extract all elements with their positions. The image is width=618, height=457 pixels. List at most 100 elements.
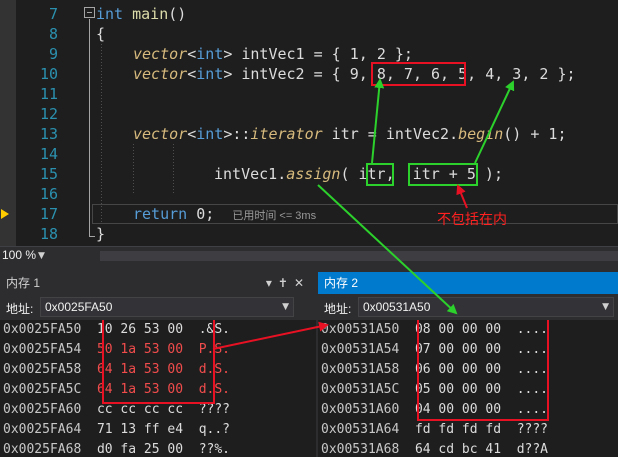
memory-address: 0x00531A50 <box>321 322 400 337</box>
memory-row[interactable]: 0x00531A64 fd fd fd fd ???? <box>321 420 548 440</box>
memory1-address-input[interactable]: 0x0025FA50 ▼ <box>40 297 294 317</box>
code-text: < <box>187 125 197 143</box>
memory-bytes: fd fd fd fd <box>414 422 502 437</box>
line-number: 16 <box>39 185 58 203</box>
code-line-18[interactable]: } <box>96 224 105 244</box>
memory-address: 0x0025FA50 <box>3 322 82 337</box>
type-name: vector <box>133 65 188 83</box>
elapsed-time-hint[interactable]: 已用时间 <= 3ms <box>232 210 316 222</box>
type-name: vector <box>133 125 188 143</box>
code-text: < <box>187 45 197 63</box>
memory-ascii: ???? <box>516 422 548 437</box>
indent-guide <box>101 44 102 224</box>
variable-name: intVec1. <box>214 165 287 183</box>
method-name: assign <box>286 165 341 183</box>
line-number: 15 <box>39 165 58 183</box>
line-number: 11 <box>39 85 58 103</box>
collapse-icon[interactable] <box>84 7 95 18</box>
memory-address: 0x0025FA64 <box>3 422 82 437</box>
code-text: itr = intVec2. <box>322 125 459 143</box>
keyword: int <box>196 125 224 143</box>
memory-ascii: q..? <box>198 422 230 437</box>
code-text: 0; <box>187 205 215 223</box>
code-line-9[interactable]: vector<int> intVec1 = { 1, 2 }; <box>133 44 413 64</box>
variable-name: intVec2 <box>241 65 305 83</box>
current-statement-arrow-icon <box>1 209 9 219</box>
zoom-level[interactable]: 100 % <box>2 248 36 262</box>
code-text: () <box>168 5 187 23</box>
line-number: 12 <box>39 105 58 123</box>
annotation-note: 不包括在内 <box>437 212 507 228</box>
code-line-7[interactable]: int main() <box>96 4 186 24</box>
memory-ascii: d??A <box>516 442 548 457</box>
memory1-title-bar[interactable]: 内存 1 ▾✝✕ <box>0 272 316 294</box>
highlight-box-range <box>371 62 466 86</box>
fold-guide <box>89 19 90 237</box>
memory-address: 0x00531A68 <box>321 442 400 457</box>
keyword: int <box>196 65 224 83</box>
type-name: iterator <box>250 125 323 143</box>
memory-ascii: ??%. <box>198 442 230 457</box>
memory-address: 0x00531A64 <box>321 422 400 437</box>
address-value: 0x0025FA50 <box>45 300 113 314</box>
code-line-10[interactable]: vector<int> intVec2 = { 9, 8, 7, 6, 5, 4… <box>133 64 576 84</box>
code-text: } <box>96 225 106 243</box>
highlight-box-memory2 <box>417 320 549 421</box>
memory2-address-bar: 地址: 0x00531A50 ▼ <box>318 294 618 320</box>
chevron-down-icon[interactable]: ▼ <box>38 251 45 261</box>
memory-row[interactable]: 0x00531A68 64 cd bc 41 d??A <box>321 440 548 457</box>
dropdown-icon[interactable]: ▾ <box>266 276 278 290</box>
line-number: 9 <box>48 45 58 63</box>
memory-address: 0x00531A60 <box>321 402 400 417</box>
memory-row[interactable]: 0x0025FA68 d0 fa 25 00 ??%. <box>3 440 230 457</box>
line-number: 10 <box>39 65 58 83</box>
code-line-13[interactable]: vector<int>::iterator itr = intVec2.begi… <box>133 124 567 144</box>
address-label: 地址: <box>324 302 352 316</box>
code-text: > <box>223 65 242 83</box>
memory-address: 0x0025FA68 <box>3 442 82 457</box>
address-value: 0x00531A50 <box>363 300 431 314</box>
line-number: 13 <box>39 125 58 143</box>
chevron-down-icon[interactable]: ▼ <box>282 298 289 316</box>
memory2-address-input[interactable]: 0x00531A50 ▼ <box>358 297 614 317</box>
highlight-box-first <box>366 163 394 186</box>
memory-row[interactable]: 0x0025FA64 71 13 ff e4 q..? <box>3 420 230 440</box>
code-text: >:: <box>223 125 251 143</box>
memory-address: 0x0025FA54 <box>3 342 82 357</box>
method-name: begin <box>458 125 504 143</box>
close-icon[interactable]: ✕ <box>294 276 310 290</box>
line-number: 18 <box>39 225 58 243</box>
memory-bytes: 71 13 ff e4 <box>96 422 184 437</box>
type-name: vector <box>133 45 188 63</box>
code-editor[interactable]: 7 8 9 10 11 12 13 14 15 16 17 18 int mai… <box>0 0 618 246</box>
highlight-box-memory1 <box>102 320 215 404</box>
memory-address: 0x0025FA5C <box>3 382 82 397</box>
code-line-8[interactable]: { <box>96 24 105 44</box>
memory-bytes: 64 cd bc 41 <box>414 442 502 457</box>
memory-bytes: cc cc cc cc <box>96 402 184 417</box>
keyword: int <box>196 45 224 63</box>
variable-name: intVec1 <box>241 45 305 63</box>
memory-ascii: ???? <box>198 402 230 417</box>
code-line-17[interactable]: return 0; 已用时间 <= 3ms <box>133 204 316 224</box>
indent-guide <box>133 144 134 194</box>
memory2-title: 内存 2 <box>324 276 359 290</box>
memory-bytes: d0 fa 25 00 <box>96 442 184 457</box>
line-number: 8 <box>48 25 58 43</box>
memory-address: 0x00531A54 <box>321 342 400 357</box>
memory2-title-bar[interactable]: 内存 2 <box>318 272 618 294</box>
code-text: = { 1, 2 }; <box>304 45 413 63</box>
function-name: main <box>132 5 169 23</box>
memory2-view[interactable]: 0x00531A50 08 00 00 00 .... 0x00531A54 0… <box>318 320 618 457</box>
code-text: > <box>223 45 242 63</box>
line-number: 17 <box>39 205 58 223</box>
memory1-title: 内存 1 <box>6 276 41 290</box>
editor-status-strip: 100 % ▼ <box>0 246 618 264</box>
panel-separator <box>0 264 618 272</box>
highlight-box-last <box>408 163 478 186</box>
memory1-view[interactable]: 0x0025FA50 10 26 53 00 .&S. 0x0025FA54 5… <box>0 320 316 457</box>
line-number: 14 <box>39 145 58 163</box>
horizontal-scrollbar[interactable] <box>100 251 618 261</box>
pin-icon[interactable]: ✝ <box>278 276 294 290</box>
chevron-down-icon[interactable]: ▼ <box>602 298 609 316</box>
